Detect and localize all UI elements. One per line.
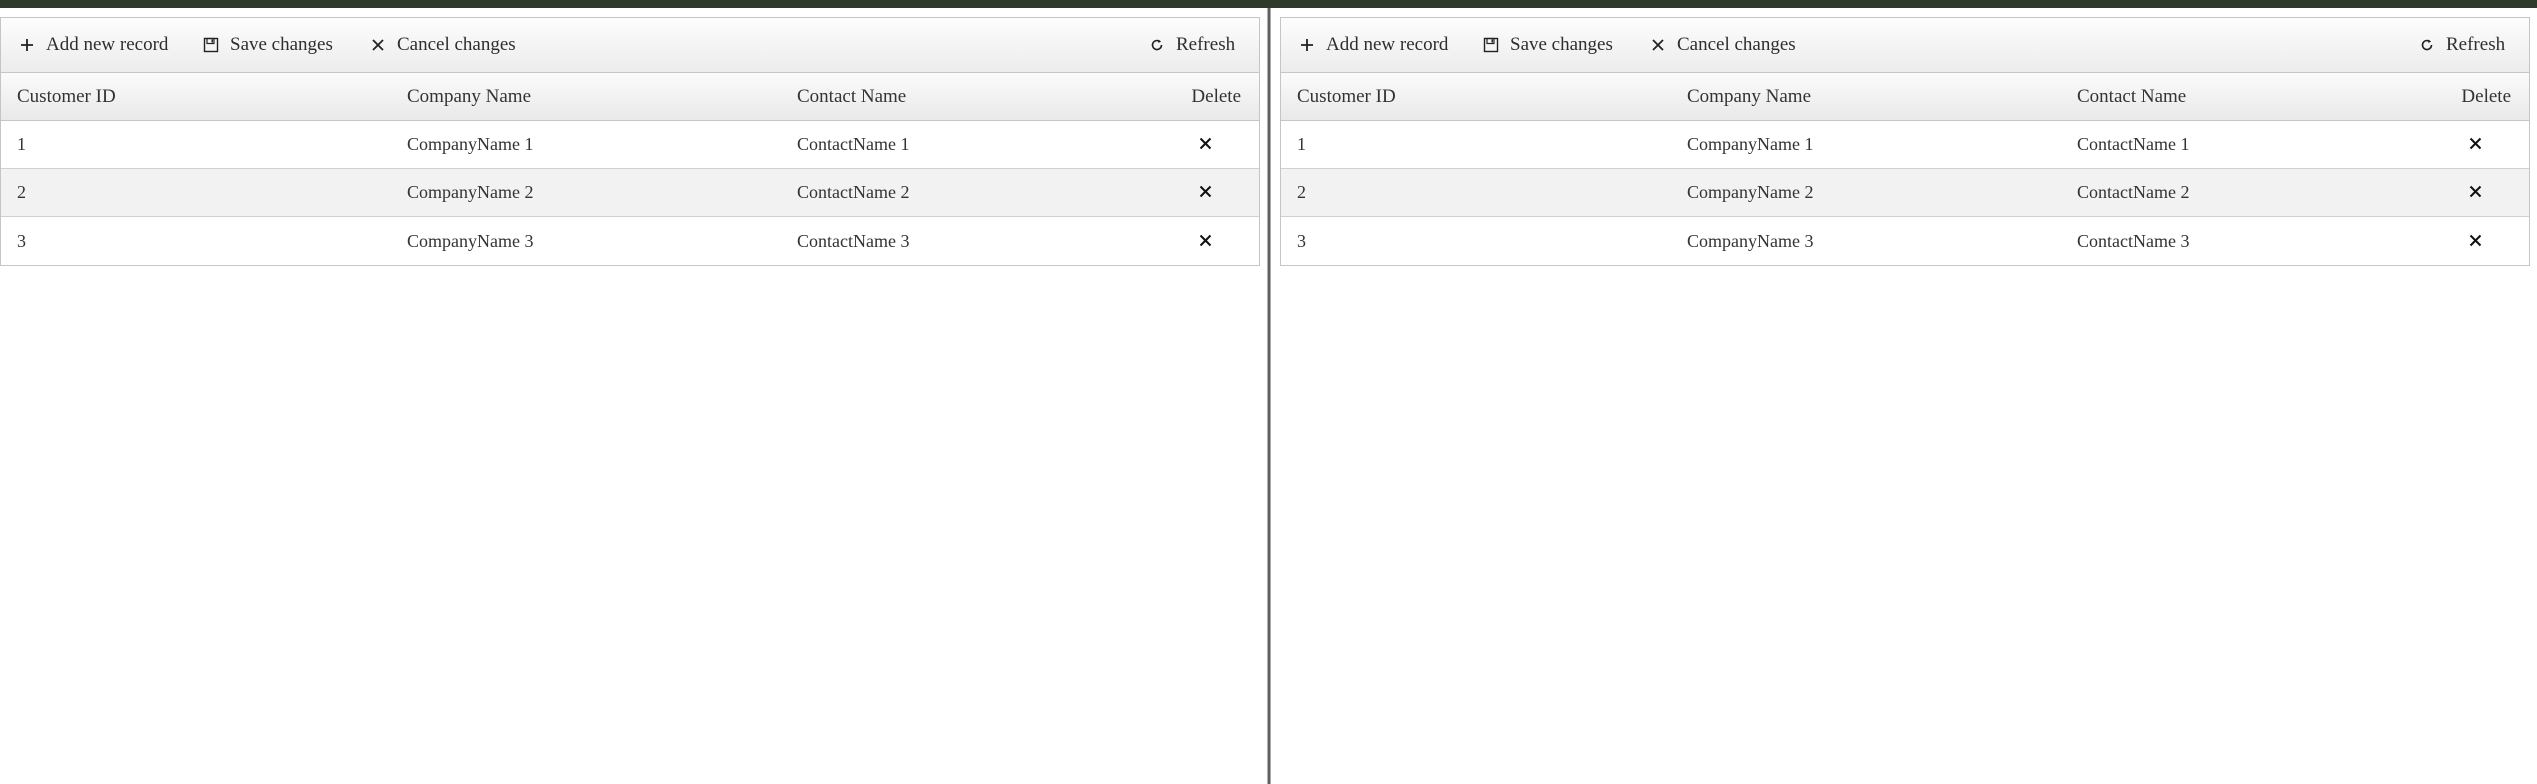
column-header-delete: Delete <box>2461 85 2511 107</box>
delete-row-button[interactable] <box>2455 169 2495 216</box>
table-row[interactable]: 2 CompanyName 2 ContactName 2 <box>1 169 1259 217</box>
customer-id-cell[interactable]: 2 <box>1297 169 1306 216</box>
grid-toolbar: Add new record Save changes Cancel chang… <box>1 18 1259 73</box>
delete-row-button[interactable] <box>1185 217 1225 265</box>
refresh-label: Refresh <box>1176 34 1236 55</box>
save-changes-button[interactable]: Save changes <box>1482 18 1613 72</box>
contact-name-cell[interactable]: ContactName 3 <box>797 217 909 265</box>
floppy-disk-icon <box>202 36 220 54</box>
contact-name-cell[interactable]: ContactName 3 <box>2077 217 2189 265</box>
refresh-label: Refresh <box>2446 34 2506 55</box>
customer-id-cell[interactable]: 3 <box>17 217 26 265</box>
refresh-icon <box>1148 36 1166 54</box>
company-name-cell[interactable]: CompanyName 1 <box>1687 121 1813 168</box>
delete-row-button[interactable] <box>1185 169 1225 216</box>
close-icon <box>2469 134 2482 155</box>
column-header-customer-id[interactable]: Customer ID <box>1297 73 1396 120</box>
customer-id-cell[interactable]: 3 <box>1297 217 1306 265</box>
company-name-cell[interactable]: CompanyName 2 <box>1687 169 1813 216</box>
save-changes-label: Save changes <box>230 34 333 55</box>
contact-name-cell[interactable]: ContactName 1 <box>797 121 909 168</box>
add-new-record-button[interactable]: Add new record <box>1298 18 1448 72</box>
close-icon <box>1199 182 1212 203</box>
cancel-changes-label: Cancel changes <box>397 34 516 55</box>
column-header-delete: Delete <box>1191 85 1241 107</box>
save-changes-label: Save changes <box>1510 34 1613 55</box>
close-icon <box>1199 134 1212 155</box>
company-name-cell[interactable]: CompanyName 2 <box>407 169 533 216</box>
right-pane: Add new record Save changes Cancel chang… <box>1271 8 2537 784</box>
column-header-contact-name[interactable]: Contact Name <box>797 73 906 120</box>
window-top-bar <box>0 0 2537 8</box>
grid-toolbar: Add new record Save changes Cancel chang… <box>1281 18 2529 73</box>
refresh-button[interactable]: Refresh <box>2418 18 2505 72</box>
cancel-changes-button[interactable]: Cancel changes <box>369 18 516 72</box>
close-icon <box>369 36 387 54</box>
left-pane: Add new record Save changes Cancel chang… <box>0 8 1267 784</box>
add-new-record-button[interactable]: Add new record <box>18 18 168 72</box>
customer-id-cell[interactable]: 2 <box>17 169 26 216</box>
cancel-changes-label: Cancel changes <box>1677 34 1796 55</box>
customers-grid-right: Add new record Save changes Cancel chang… <box>1280 17 2530 266</box>
close-icon <box>1199 231 1212 252</box>
table-row[interactable]: 1 CompanyName 1 ContactName 1 <box>1 121 1259 169</box>
add-new-record-label: Add new record <box>1326 34 1449 55</box>
refresh-icon <box>2418 36 2436 54</box>
grid-header: Customer ID Company Name Contact Name De… <box>1 73 1259 121</box>
column-header-company-name[interactable]: Company Name <box>407 73 531 120</box>
plus-icon <box>18 36 36 54</box>
close-icon <box>1649 36 1667 54</box>
company-name-cell[interactable]: CompanyName 1 <box>407 121 533 168</box>
close-icon <box>2469 231 2482 252</box>
contact-name-cell[interactable]: ContactName 1 <box>2077 121 2189 168</box>
delete-row-button[interactable] <box>2455 217 2495 265</box>
customer-id-cell[interactable]: 1 <box>17 121 26 168</box>
cancel-changes-button[interactable]: Cancel changes <box>1649 18 1796 72</box>
column-header-customer-id[interactable]: Customer ID <box>17 73 116 120</box>
delete-row-button[interactable] <box>2455 121 2495 168</box>
close-icon <box>2469 182 2482 203</box>
contact-name-cell[interactable]: ContactName 2 <box>2077 169 2189 216</box>
table-row[interactable]: 2 CompanyName 2 ContactName 2 <box>1281 169 2529 217</box>
grid-header: Customer ID Company Name Contact Name De… <box>1281 73 2529 121</box>
save-changes-button[interactable]: Save changes <box>202 18 333 72</box>
column-header-contact-name[interactable]: Contact Name <box>2077 73 2186 120</box>
company-name-cell[interactable]: CompanyName 3 <box>407 217 533 265</box>
company-name-cell[interactable]: CompanyName 3 <box>1687 217 1813 265</box>
floppy-disk-icon <box>1482 36 1500 54</box>
refresh-button[interactable]: Refresh <box>1148 18 1235 72</box>
table-row[interactable]: 3 CompanyName 3 ContactName 3 <box>1 217 1259 265</box>
table-row[interactable]: 3 CompanyName 3 ContactName 3 <box>1281 217 2529 265</box>
plus-icon <box>1298 36 1316 54</box>
add-new-record-label: Add new record <box>46 34 169 55</box>
column-header-company-name[interactable]: Company Name <box>1687 73 1811 120</box>
contact-name-cell[interactable]: ContactName 2 <box>797 169 909 216</box>
customers-grid-left: Add new record Save changes Cancel chang… <box>0 17 1260 266</box>
customer-id-cell[interactable]: 1 <box>1297 121 1306 168</box>
delete-row-button[interactable] <box>1185 121 1225 168</box>
table-row[interactable]: 1 CompanyName 1 ContactName 1 <box>1281 121 2529 169</box>
